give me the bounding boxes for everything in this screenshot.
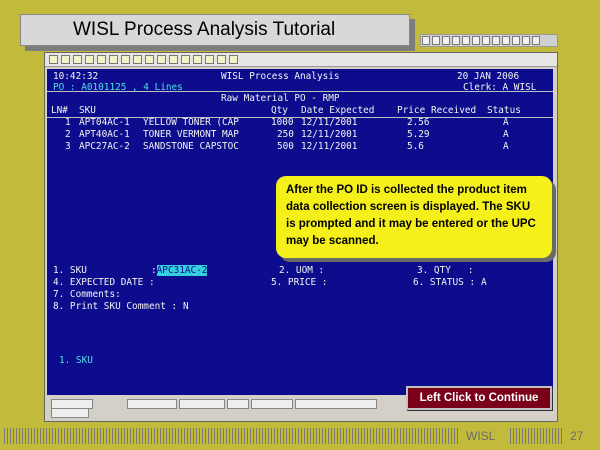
footer-brand: WISL <box>466 429 496 443</box>
row-price: 5.29 <box>407 129 430 140</box>
status-field <box>127 399 177 409</box>
row-price: 2.56 <box>407 117 430 128</box>
toolbar-icon[interactable] <box>61 55 70 64</box>
comments-label: 7. Comments: <box>53 289 121 300</box>
browser-toolbar <box>420 34 558 47</box>
col-header-price: Price <box>397 105 426 116</box>
row-status: A <box>503 141 509 152</box>
row-sku: APC27AC-2 <box>79 141 130 152</box>
toolbar-icon[interactable] <box>432 36 440 45</box>
toolbar-icon[interactable] <box>502 36 510 45</box>
toolbar-icon[interactable] <box>109 55 118 64</box>
toolbar-icon[interactable] <box>442 36 450 45</box>
toolbar-icon[interactable] <box>482 36 490 45</box>
toolbar-icon[interactable] <box>522 36 530 45</box>
toolbar-icon[interactable] <box>49 55 58 64</box>
terminal-app-title: WISL Process Analysis <box>221 71 340 82</box>
terminal-time: 10:42:32 <box>53 71 99 82</box>
qty-field-label: 3. QTY : <box>417 265 474 276</box>
col-header-ln: LN# <box>51 105 68 116</box>
toolbar-icon[interactable] <box>492 36 500 45</box>
slide-footer: WISL 27 <box>0 428 600 444</box>
screen-title: Raw Material PO - RMP <box>221 93 340 104</box>
toolbar-icon[interactable] <box>73 55 82 64</box>
row-sku: APT40AC-1 <box>79 129 130 140</box>
tutorial-callout: After the PO ID is collected the product… <box>276 176 552 258</box>
row-desc: SANDSTONE CAPSTOC <box>143 141 239 152</box>
toolbar-icon[interactable] <box>472 36 480 45</box>
toolbar-icon[interactable] <box>422 36 430 45</box>
toolbar-icon[interactable] <box>97 55 106 64</box>
status-field <box>251 399 293 409</box>
toolbar-icon[interactable] <box>532 36 540 45</box>
row-date: 12/11/2001 <box>301 141 358 152</box>
status-field <box>227 399 249 409</box>
price-field-label: 5. PRICE : <box>271 277 328 288</box>
toolbar-icon[interactable] <box>452 36 460 45</box>
col-header-status: Status <box>487 105 521 116</box>
status-field-label: 6. STATUS : <box>413 277 476 288</box>
toolbar-icon[interactable] <box>181 55 190 64</box>
toolbar-icon[interactable] <box>512 36 520 45</box>
row-status: A <box>503 129 509 140</box>
col-header-received: Received <box>431 105 477 116</box>
terminal-toolbar <box>45 53 557 67</box>
row-qty: 250 <box>277 129 294 140</box>
col-header-date: Date Expected <box>301 105 375 116</box>
toolbar-icon[interactable] <box>193 55 202 64</box>
status-field <box>295 399 377 409</box>
footer-bars <box>4 428 460 444</box>
divider <box>47 91 553 92</box>
print-comment-value[interactable]: N <box>183 301 189 312</box>
page-number: 27 <box>570 429 584 443</box>
status-field-value[interactable]: A <box>481 277 487 288</box>
row-date: 12/11/2001 <box>301 129 358 140</box>
row-qty: 1000 <box>271 117 294 128</box>
row-ln: 2 <box>65 129 71 140</box>
row-desc: TONER VERMONT MAP <box>143 129 239 140</box>
expected-date-label: 4. EXPECTED DATE : <box>53 277 155 288</box>
toolbar-icon[interactable] <box>229 55 238 64</box>
row-date: 12/11/2001 <box>301 117 358 128</box>
uom-field-label: 2. UOM : <box>279 265 325 276</box>
col-header-qty: Qty <box>271 105 288 116</box>
continue-button[interactable]: Left Click to Continue <box>406 386 552 410</box>
row-desc: YELLOW TONER (CAP <box>143 117 239 128</box>
status-field <box>179 399 225 409</box>
toolbar-icon[interactable] <box>217 55 226 64</box>
footer-bars <box>510 428 562 444</box>
sku-input[interactable]: APC31AC-2 <box>156 265 208 276</box>
row-price: 5.6 <box>407 141 424 152</box>
slide-title: WISL Process Analysis Tutorial <box>20 14 410 46</box>
row-ln: 1 <box>65 117 71 128</box>
toolbar-icon[interactable] <box>145 55 154 64</box>
toolbar-icon[interactable] <box>205 55 214 64</box>
print-comment-label: 8. Print SKU Comment : <box>53 301 178 312</box>
toolbar-icon[interactable] <box>157 55 166 64</box>
sku-prompt: 1. SKU <box>59 355 93 366</box>
toolbar-icon[interactable] <box>121 55 130 64</box>
toolbar-icon[interactable] <box>133 55 142 64</box>
row-ln: 3 <box>65 141 71 152</box>
col-header-sku: SKU <box>79 105 96 116</box>
toolbar-icon[interactable] <box>85 55 94 64</box>
toolbar-icon[interactable] <box>169 55 178 64</box>
sku-field-label: 1. SKU <box>53 265 87 276</box>
status-field <box>51 408 89 418</box>
toolbar-icon[interactable] <box>462 36 470 45</box>
terminal-date: 20 JAN 2006 <box>457 71 520 82</box>
row-qty: 500 <box>277 141 294 152</box>
row-sku: APT04AC-1 <box>79 117 130 128</box>
callout-text: After the PO ID is collected the product… <box>286 184 536 247</box>
row-status: A <box>503 117 509 128</box>
